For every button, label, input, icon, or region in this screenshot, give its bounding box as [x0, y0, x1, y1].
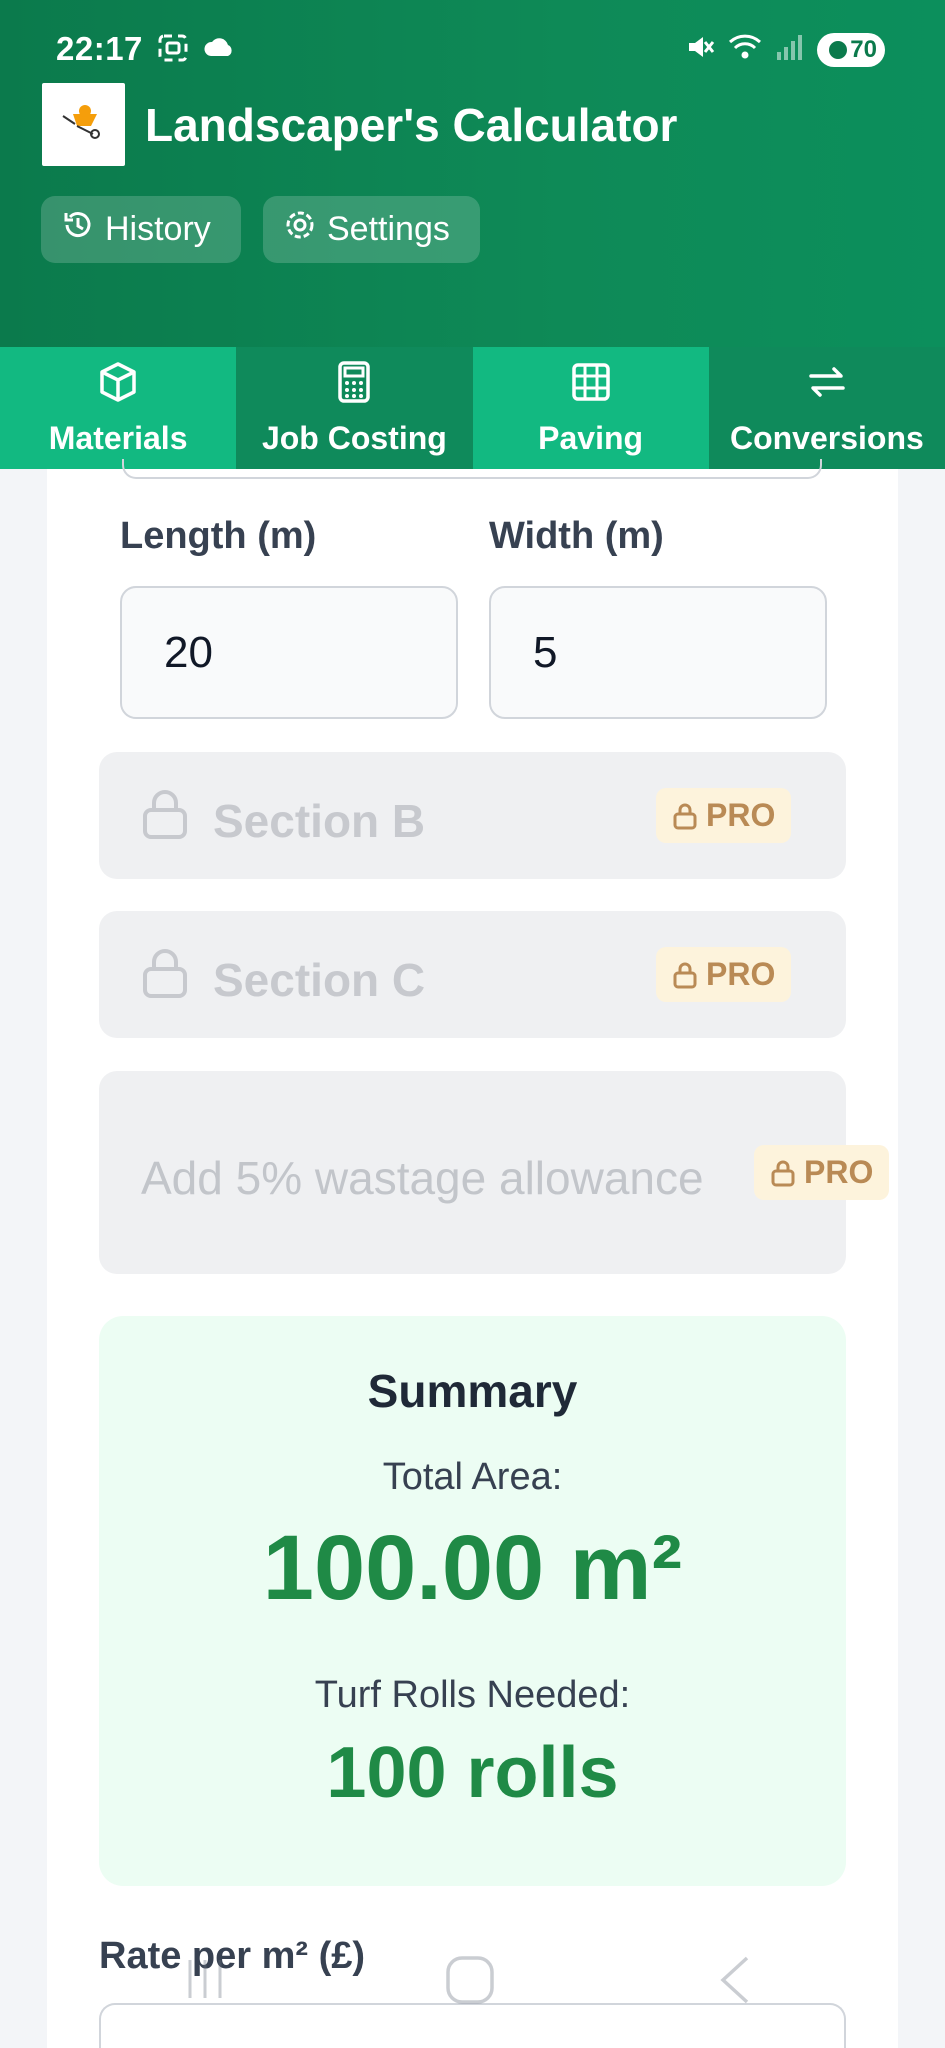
- section-b-locked[interactable]: Section B PRO: [99, 752, 846, 879]
- summary-panel: Summary Total Area: 100.00 m² Turf Rolls…: [99, 1316, 846, 1886]
- wastage-option[interactable]: Add 5% wastage allowance PRO: [99, 1071, 890, 1274]
- calculator-icon: [332, 360, 376, 412]
- system-nav-bar: [0, 1940, 945, 2020]
- scrolled-field-edge: [122, 459, 822, 479]
- leaf-icon: [829, 40, 848, 59]
- length-label: Length (m): [120, 515, 317, 557]
- back-icon[interactable]: [715, 1954, 755, 2011]
- total-area-value: 100.00 m²: [262, 1517, 683, 1619]
- screenshot-icon: [156, 32, 190, 69]
- section-c-locked[interactable]: Section C PRO: [99, 911, 846, 1038]
- tab-conversions[interactable]: Conversions: [708, 347, 945, 469]
- tab-materials[interactable]: Materials: [0, 347, 237, 469]
- battery-indicator: 70: [817, 32, 885, 67]
- lock-icon: [141, 949, 189, 1004]
- home-icon[interactable]: [444, 1954, 496, 2011]
- main-tabs: Materials Job Costing Paving Conversions: [0, 347, 945, 469]
- history-label: History: [105, 210, 211, 248]
- status-time: 22:17: [56, 30, 143, 67]
- app-logo: [42, 83, 125, 166]
- lock-icon: [141, 790, 189, 845]
- signal-icon: [775, 32, 805, 67]
- summary-title: Summary: [367, 1365, 578, 1417]
- section-c-label: Section C: [213, 954, 426, 1006]
- recents-icon[interactable]: [180, 1954, 230, 2009]
- grid-icon: [569, 360, 613, 412]
- gear-icon: [283, 208, 317, 251]
- settings-label: Settings: [327, 210, 450, 248]
- wifi-icon: [727, 32, 763, 67]
- cloud-icon: [202, 32, 236, 69]
- tab-job-costing[interactable]: Job Costing: [236, 347, 473, 469]
- pro-badge: PRO: [754, 1145, 890, 1200]
- cube-icon: [96, 360, 140, 412]
- turf-rolls-label: Turf Rolls Needed:: [314, 1674, 631, 1716]
- tab-paving[interactable]: Paving: [472, 347, 709, 469]
- mute-icon: [685, 32, 715, 67]
- section-b-label: Section B: [213, 795, 426, 847]
- history-icon: [61, 208, 95, 251]
- length-input[interactable]: 20: [120, 586, 458, 719]
- status-bar: 22:17 70: [56, 30, 885, 70]
- pro-badge: PRO: [656, 788, 792, 843]
- app-header: 22:17 70 Landscaper's Calculator History…: [0, 0, 945, 347]
- turf-rolls-value: 100 rolls: [326, 1733, 619, 1813]
- settings-button[interactable]: Settings: [263, 196, 480, 263]
- app-title: Landscaper's Calculator: [145, 99, 678, 151]
- pro-badge: PRO: [656, 947, 792, 1002]
- total-area-label: Total Area:: [382, 1456, 563, 1498]
- calculator-card: Length (m) Width (m) 20 5 Section B PRO …: [47, 459, 898, 2048]
- swap-icon: [805, 360, 849, 412]
- wastage-label: Add 5% wastage allowance: [141, 1152, 704, 1204]
- width-input[interactable]: 5: [489, 586, 827, 719]
- wheelbarrow-icon: [59, 102, 109, 147]
- width-label: Width (m): [489, 515, 664, 557]
- history-button[interactable]: History: [41, 196, 241, 263]
